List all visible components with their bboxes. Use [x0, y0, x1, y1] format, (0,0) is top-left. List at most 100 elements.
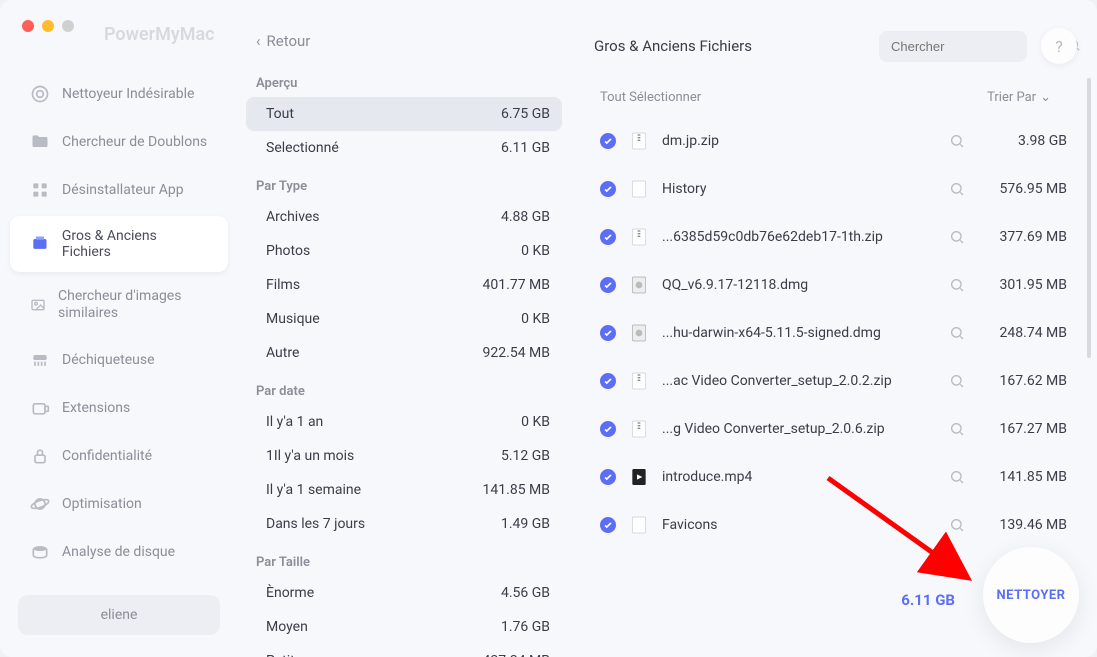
file-size: 139.46 MB	[979, 517, 1067, 533]
sort-button[interactable]: Trier Par ⌄	[987, 90, 1051, 105]
reveal-icon[interactable]	[949, 469, 965, 485]
select-all-label[interactable]: Tout Sélectionner	[600, 90, 701, 105]
reveal-icon[interactable]	[949, 517, 965, 533]
file-type-icon	[630, 515, 648, 535]
filter-photos[interactable]: Photos0 KB	[238, 234, 570, 268]
page-title: Gros & Anciens Fichiers	[580, 37, 865, 55]
traffic-lights	[22, 20, 74, 32]
file-type-icon	[630, 419, 648, 439]
file-row[interactable]: ...g Video Converter_setup_2.0.6.zip167.…	[580, 405, 1087, 453]
reveal-icon[interactable]	[949, 229, 965, 245]
file-type-icon	[630, 467, 648, 487]
apps-icon	[30, 180, 50, 200]
sidebar-item-label: Confidentialité	[62, 448, 152, 464]
filter-label: Tout	[266, 106, 294, 122]
chevron-left-icon: ‹	[256, 32, 261, 50]
filter-selected[interactable]: Selectionné 6.11 GB	[238, 131, 570, 165]
section-by-size: Par Taille	[238, 541, 570, 576]
file-size: 3.98 GB	[979, 133, 1067, 149]
sidebar-item-extensions[interactable]: Extensions	[10, 386, 228, 430]
filter-other[interactable]: Autre922.54 MB	[238, 336, 570, 370]
filter-music[interactable]: Musique0 KB	[238, 302, 570, 336]
help-button[interactable]: ?	[1041, 28, 1077, 64]
filter-1year[interactable]: Il y'a 1 an0 KB	[238, 405, 570, 439]
reveal-icon[interactable]	[949, 133, 965, 149]
file-row[interactable]: Favicons 139.46 MB	[580, 501, 1087, 549]
app-window: PowerMyMac Nettoyeur Indésirable Cherche…	[0, 0, 1097, 657]
checkbox-checked-icon[interactable]	[600, 373, 616, 389]
checkbox-checked-icon[interactable]	[600, 229, 616, 245]
checkbox-checked-icon[interactable]	[600, 181, 616, 197]
sidebar-item-duplicates[interactable]: Chercheur de Doublons	[10, 120, 228, 164]
back-button[interactable]: ‹ Retour	[238, 20, 570, 62]
image-icon	[30, 295, 46, 315]
target-icon	[30, 84, 50, 104]
file-row[interactable]: History576.95 MB	[580, 165, 1087, 213]
sidebar-item-label: Désinstallateur App	[62, 182, 184, 198]
file-row[interactable]: ...ac Video Converter_setup_2.0.2.zip167…	[580, 357, 1087, 405]
folder-icon	[30, 132, 50, 152]
filter-1week[interactable]: Il y'a 1 semaine141.85 MB	[238, 473, 570, 507]
question-icon: ?	[1055, 37, 1063, 56]
checkbox-checked-icon[interactable]	[600, 517, 616, 533]
file-name: dm.jp.zip	[662, 133, 935, 149]
file-row[interactable]: QQ_v6.9.17-12118.dmg301.95 MB	[580, 261, 1087, 309]
checkbox-checked-icon[interactable]	[600, 133, 616, 149]
file-row[interactable]: ...6385d59c0db76e62deb17-1th.zip377.69 M…	[580, 213, 1087, 261]
sidebar-item-similar-images[interactable]: Chercheur d'images similaires	[10, 276, 228, 334]
sidebar-item-label: Nettoyeur Indésirable	[62, 86, 194, 102]
file-row[interactable]: ...hu-darwin-x64-5.11.5-signed.dmg248.74…	[580, 309, 1087, 357]
sort-label: Trier Par	[987, 90, 1036, 105]
scrollbar[interactable]	[1087, 78, 1091, 358]
filter-7days[interactable]: Dans les 7 jours1.49 GB	[238, 507, 570, 541]
disk-icon	[30, 542, 50, 562]
file-row[interactable]: introduce.mp4 141.85 MB	[580, 453, 1087, 501]
file-row[interactable]: dm.jp.zip 3.98 GB	[580, 117, 1087, 165]
clean-label: NETTOYER	[996, 588, 1065, 603]
selected-size-label: 6.11 GB	[901, 591, 955, 609]
file-name: introduce.mp4	[662, 469, 935, 485]
file-size: 377.69 MB	[979, 229, 1067, 245]
reveal-icon[interactable]	[949, 277, 965, 293]
sidebar-item-junk-cleaner[interactable]: Nettoyeur Indésirable	[10, 72, 228, 116]
checkbox-checked-icon[interactable]	[600, 325, 616, 341]
search-box[interactable]	[879, 31, 1027, 62]
checkbox-checked-icon[interactable]	[600, 421, 616, 437]
user-chip[interactable]: eliene	[18, 595, 220, 635]
sidebar-item-optimization[interactable]: Optimisation	[10, 482, 228, 526]
checkbox-checked-icon[interactable]	[600, 469, 616, 485]
file-size: 248.74 MB	[979, 325, 1067, 341]
filter-films[interactable]: Films401.77 MB	[238, 268, 570, 302]
filter-small[interactable]: Petit427.34 MB	[238, 644, 570, 657]
reveal-icon[interactable]	[949, 325, 965, 341]
filter-label: Selectionné	[266, 140, 339, 156]
sidebar-item-label: Analyse de disque	[62, 544, 175, 560]
sidebar-item-disk-analysis[interactable]: Analyse de disque	[10, 530, 228, 574]
file-type-icon	[630, 179, 648, 199]
filter-archives[interactable]: Archives4.88 GB	[238, 200, 570, 234]
sidebar-item-privacy[interactable]: Confidentialité	[10, 434, 228, 478]
sidebar-item-shredder[interactable]: Déchiqueteuse	[10, 338, 228, 382]
main-panel: Gros & Anciens Fichiers ? Tout Sélection…	[570, 0, 1097, 657]
filter-value: 6.75 GB	[501, 106, 550, 122]
clean-button[interactable]: NETTOYER	[983, 547, 1079, 643]
filter-1month[interactable]: 1Il y'a un mois5.12 GB	[238, 439, 570, 473]
sidebar-item-large-old-files[interactable]: Gros & Anciens Fichiers	[10, 216, 228, 272]
close-window-icon[interactable]	[22, 20, 34, 32]
reveal-icon[interactable]	[949, 421, 965, 437]
sidebar-item-uninstaller[interactable]: Désinstallateur App	[10, 168, 228, 212]
filter-medium[interactable]: Moyen1.76 GB	[238, 610, 570, 644]
file-size: 141.85 MB	[979, 469, 1067, 485]
reveal-icon[interactable]	[949, 373, 965, 389]
checkbox-checked-icon[interactable]	[600, 277, 616, 293]
chevron-down-icon: ⌄	[1040, 90, 1051, 105]
maximize-window-icon[interactable]	[62, 20, 74, 32]
file-type-icon	[630, 131, 648, 151]
list-header: Tout Sélectionner Trier Par ⌄	[570, 72, 1097, 113]
sidebar-item-label: Chercheur d'images similaires	[58, 288, 208, 322]
reveal-icon[interactable]	[949, 181, 965, 197]
file-name: Favicons	[662, 517, 935, 533]
filter-huge[interactable]: Ènorme4.56 GB	[238, 576, 570, 610]
minimize-window-icon[interactable]	[42, 20, 54, 32]
filter-all[interactable]: Tout 6.75 GB	[246, 97, 562, 131]
